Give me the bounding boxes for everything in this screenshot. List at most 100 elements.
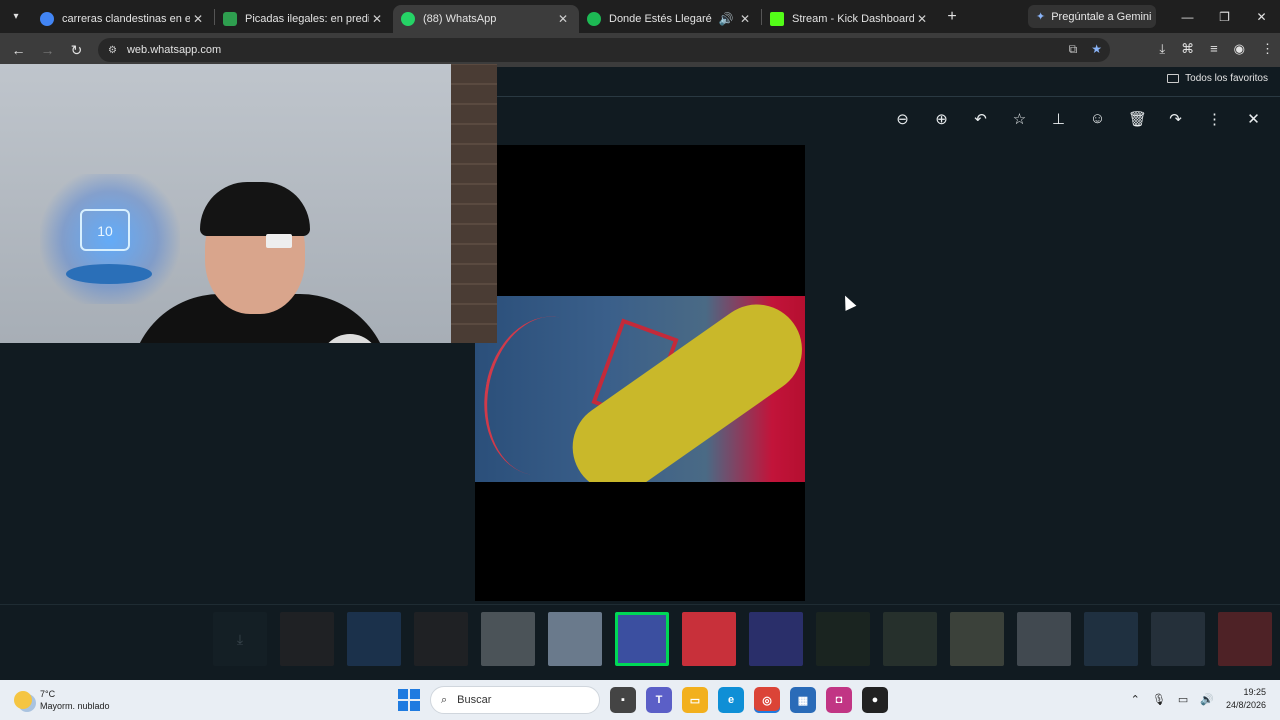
all-bookmarks[interactable]: Todos los favoritos <box>1167 73 1268 84</box>
streamer <box>130 124 390 343</box>
store-icon[interactable]: ▦ <box>790 687 816 713</box>
tab-title: Donde Estés Llegaré • Ale <box>609 12 715 25</box>
edge-icon[interactable]: e <box>718 687 744 713</box>
close-window-icon[interactable]: ✕ <box>1243 0 1280 33</box>
bookmark-star-icon[interactable]: ★ <box>1091 42 1102 57</box>
media-thumbnail[interactable] <box>615 612 669 666</box>
chrome-icon[interactable]: ◎ <box>754 687 780 713</box>
taskbar-search[interactable]: ⌕ Buscar <box>430 686 600 714</box>
zoom-out-icon[interactable]: ⊖ <box>894 110 911 128</box>
media-thumbnail[interactable] <box>950 612 1004 666</box>
cast-icon[interactable]: ⧉ <box>1069 42 1078 57</box>
speaker-icon[interactable]: 🔊 <box>715 12 737 26</box>
tab-picadas[interactable]: Picadas ilegales: en predio mu ✕ <box>215 5 393 33</box>
microphone-icon[interactable]: 🎙 <box>1152 693 1166 706</box>
clock-date: 24/8/2026 <box>1225 700 1266 710</box>
weather-temp: 7°C <box>40 689 56 699</box>
tab-search-icon[interactable]: ▾ <box>0 0 32 33</box>
whatsapp-favicon-icon <box>401 11 415 26</box>
kick-favicon-icon <box>770 11 784 26</box>
close-tab-icon[interactable]: ✕ <box>369 12 385 26</box>
reply-icon[interactable]: ↶ <box>972 110 989 128</box>
restore-icon[interactable]: ❐ <box>1206 0 1243 33</box>
system-tray: ⌃ 🎙 ▭ 🔊 19:25 24/8/2026 <box>1131 686 1266 712</box>
media-thumbnail[interactable] <box>1218 612 1272 666</box>
file-explorer-icon[interactable]: ▭ <box>682 687 708 713</box>
media-viewer-toolbar: ⊖ ⊕ ↶ ☆ ⊥ ☺ 🗑 ↷ ⋮ ✕ <box>894 110 1262 128</box>
media-thumbnail[interactable] <box>1017 612 1071 666</box>
tab-whatsapp[interactable]: (88) WhatsApp ✕ <box>393 4 579 33</box>
teams-icon[interactable]: T <box>646 687 672 713</box>
taskbar-apps: ⌕ Buscar ▪ T ▭ e ◎ ▦ ◘ ● <box>398 686 888 714</box>
reading-list-icon[interactable]: ≡ <box>1210 41 1218 57</box>
media-thumbnail[interactable] <box>548 612 602 666</box>
volume-icon[interactable]: 🔊 <box>1200 693 1214 706</box>
download-icon[interactable]: ⤓ <box>1159 41 1165 57</box>
reload-icon[interactable]: ↻ <box>62 42 91 59</box>
mouse-cursor <box>839 293 857 311</box>
clock[interactable]: 19:25 24/8/2026 <box>1226 686 1266 712</box>
new-tab-button[interactable]: + <box>938 8 966 26</box>
google-favicon-icon <box>40 11 54 26</box>
close-tab-icon[interactable]: ✕ <box>914 12 930 26</box>
tab-carreras[interactable]: carreras clandestinas en el jag ✕ <box>32 5 214 33</box>
url-text: web.whatsapp.com <box>126 44 222 56</box>
tab-kick[interactable]: Stream - Kick Dashboard ✕ <box>762 5 938 33</box>
thumbnail-download[interactable]: ⤓ <box>213 612 267 666</box>
windows-start-icon[interactable] <box>398 689 420 711</box>
site-favicon-icon <box>223 11 237 26</box>
tab-title: carreras clandestinas en el jag <box>62 12 190 25</box>
folder-icon <box>1167 74 1180 83</box>
tab-title: (88) WhatsApp <box>423 12 497 25</box>
media-thumbnail[interactable] <box>883 612 937 666</box>
browser-menu-icon[interactable]: ⋮ <box>1261 41 1274 57</box>
more-icon[interactable]: ⋮ <box>1206 110 1223 128</box>
zoom-in-icon[interactable]: ⊕ <box>933 110 950 128</box>
tray-overflow-icon[interactable]: ⌃ <box>1131 693 1140 706</box>
clock-time: 19:25 <box>1243 687 1266 697</box>
pin-icon[interactable]: ⊥ <box>1050 110 1067 128</box>
gemini-label: Pregúntale a Gemini <box>1051 10 1152 23</box>
media-thumbnail[interactable] <box>1151 612 1205 666</box>
site-info-icon[interactable]: ⚙ <box>108 45 117 56</box>
forward-icon[interactable]: ↷ <box>1167 110 1184 128</box>
star-icon[interactable]: ☆ <box>1011 110 1028 128</box>
close-tab-icon[interactable]: ✕ <box>190 12 206 26</box>
neon-shirt-sign: 10 <box>80 209 130 251</box>
weather-widget[interactable]: 7°C Mayorm. nublado <box>14 688 110 712</box>
media-thumbnail[interactable] <box>1084 612 1138 666</box>
network-icon[interactable]: ▭ <box>1178 693 1188 706</box>
task-view-icon[interactable]: ▪ <box>610 687 636 713</box>
webcam-overlay: 10 <box>0 64 497 343</box>
media-thumbnail[interactable] <box>347 612 401 666</box>
media-thumbnail[interactable] <box>749 612 803 666</box>
back-icon[interactable]: ← <box>4 42 33 58</box>
media-photo[interactable] <box>475 296 805 482</box>
close-icon[interactable]: ✕ <box>1245 110 1262 128</box>
gemini-button[interactable]: ✦ Pregúntale a Gemini <box>1028 5 1156 28</box>
tab-title: Picadas ilegales: en predio mu <box>245 12 369 25</box>
address-bar[interactable]: ⚙ web.whatsapp.com ⧉ ★ <box>98 38 1110 62</box>
delete-icon[interactable]: 🗑 <box>1128 110 1147 128</box>
profile-avatar[interactable]: ◉ <box>1234 41 1245 57</box>
cap <box>200 182 310 236</box>
media-thumbnail[interactable] <box>414 612 468 666</box>
close-tab-icon[interactable]: ✕ <box>555 12 571 26</box>
minimize-icon[interactable]: — <box>1169 0 1206 33</box>
tab-spotify[interactable]: Donde Estés Llegaré • Ale 🔊 ✕ <box>579 5 761 33</box>
media-thumbnail[interactable] <box>816 612 870 666</box>
instagram-icon[interactable]: ◘ <box>826 687 852 713</box>
close-tab-icon[interactable]: ✕ <box>737 12 753 26</box>
app-icon[interactable]: ● <box>862 687 888 713</box>
media-thumbnail[interactable] <box>280 612 334 666</box>
all-bookmarks-label: Todos los favoritos <box>1185 73 1268 84</box>
header-divider <box>497 96 1280 97</box>
weather-desc: Mayorm. nublado <box>40 701 110 711</box>
download-icon: ⤓ <box>213 612 267 666</box>
translate-icon[interactable]: ⌘ <box>1181 41 1194 57</box>
emoji-icon[interactable]: ☺ <box>1089 110 1106 128</box>
forward-icon[interactable]: → <box>33 42 62 58</box>
media-thumbnail[interactable] <box>481 612 535 666</box>
window-controls: — ❐ ✕ <box>1169 0 1280 33</box>
media-thumbnail[interactable] <box>682 612 736 666</box>
